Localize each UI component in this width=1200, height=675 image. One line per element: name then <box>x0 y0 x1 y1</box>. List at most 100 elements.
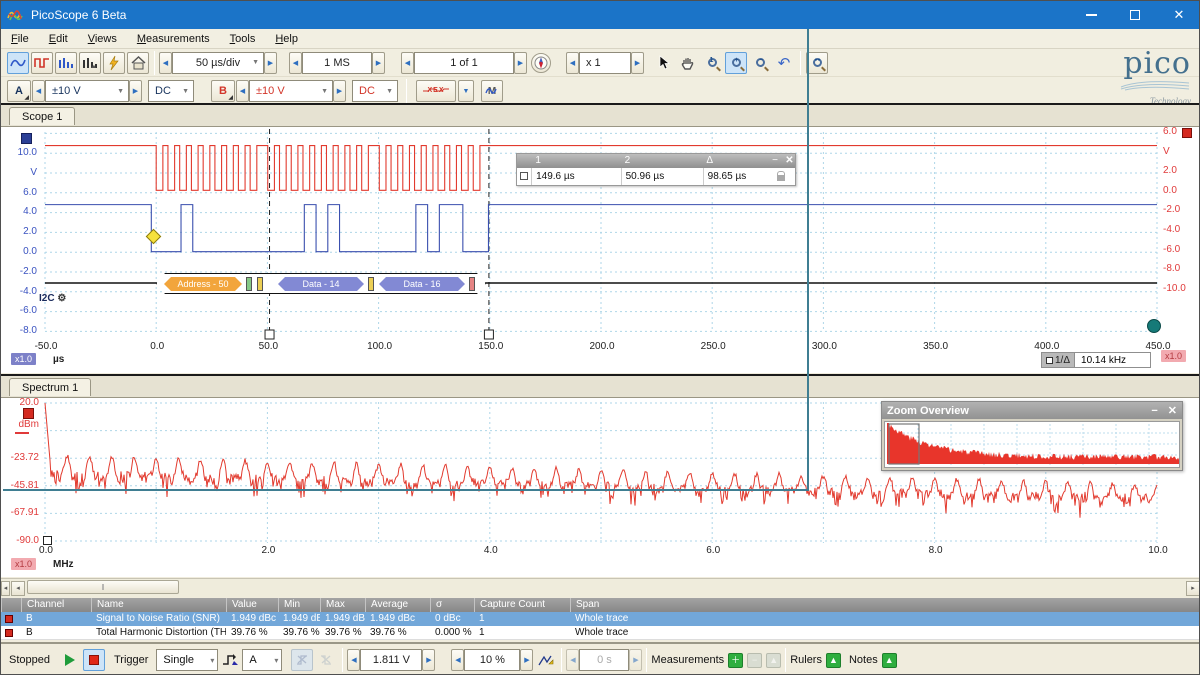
trigger-mode-select[interactable]: Single <box>156 649 218 671</box>
channel-b-range-next[interactable]: ▶ <box>333 80 346 102</box>
spectrum-scrollbar[interactable]: ◂ ◂ ‖ ▸ <box>1 578 1200 597</box>
falling-edge-button[interactable] <box>315 649 337 671</box>
rulers-button[interactable]: ▲ <box>826 653 841 668</box>
buffer-prev-button[interactable]: ◀ <box>401 52 414 74</box>
channel-a-coupling-select[interactable]: DC▼ <box>148 80 194 102</box>
pretrigger-input[interactable]: 10 % <box>464 649 520 671</box>
timebase-prev-button[interactable]: ◀ <box>159 52 172 74</box>
math-channels-button[interactable]: M <box>481 80 503 102</box>
samples-prev-button[interactable]: ◀ <box>289 52 302 74</box>
start-button[interactable] <box>59 649 81 671</box>
channel-a-range-next[interactable]: ▶ <box>129 80 142 102</box>
menu-item-file[interactable]: File <box>1 31 39 47</box>
zoom-overview-window[interactable]: Zoom Overview − ✕ <box>881 401 1183 471</box>
scroll-left-button[interactable]: ◂ <box>11 581 25 596</box>
trigger-level-input[interactable]: 1.811 V <box>360 649 422 671</box>
channel-b-range-prev[interactable]: ◀ <box>236 80 249 102</box>
trigger-level-up[interactable]: ▶ <box>422 649 435 671</box>
stop-button[interactable] <box>83 649 105 671</box>
scroll-right-button[interactable]: ▸ <box>1186 581 1200 596</box>
column-header-span[interactable]: Span <box>570 598 1200 612</box>
measurements-table[interactable]: ChannelNameValueMinMaxAverageσCapture Co… <box>1 598 1200 640</box>
maximize-button[interactable] <box>1113 1 1157 29</box>
remove-measurement-button[interactable]: − <box>747 653 762 668</box>
undo-zoom-button[interactable]: ↶ <box>773 52 795 74</box>
menu-item-edit[interactable]: Edit <box>39 31 78 47</box>
channel-b-coupling-select[interactable]: DC▼ <box>352 80 398 102</box>
channel-a-axis-handle[interactable] <box>21 133 32 144</box>
marquee-zoom-tool[interactable]: ●● <box>806 52 828 74</box>
add-measurement-button[interactable]: ＋ <box>728 653 743 668</box>
zoom-out-tool[interactable]: − <box>749 52 771 74</box>
menu-item-views[interactable]: Views <box>78 31 127 47</box>
spectrum-x-multiplier[interactable]: x1.0 <box>11 558 36 570</box>
column-header-capture-count[interactable]: Capture Count <box>474 598 570 612</box>
timebase-next-button[interactable]: ▶ <box>264 52 277 74</box>
scroll-far-left-button[interactable]: ◂ <box>1 581 10 596</box>
buffer-indicator[interactable]: 1 of 1 <box>414 52 514 74</box>
menu-item-tools[interactable]: Tools <box>220 31 266 47</box>
column-header-min[interactable]: Min <box>278 598 320 612</box>
delay-up[interactable]: ▶ <box>629 649 642 671</box>
home-button[interactable] <box>127 52 149 74</box>
column-header-value[interactable]: Value <box>226 598 278 612</box>
channel-b-options-button[interactable]: B ◢ <box>211 80 235 102</box>
advanced-trigger-button[interactable] <box>219 649 241 671</box>
title-bar[interactable]: PicoScope 6 Beta ✕ <box>1 1 1200 29</box>
spectrum-ruler-handle[interactable] <box>43 536 52 545</box>
overview-minimize-icon[interactable]: − <box>1151 405 1157 417</box>
buffer-next-button[interactable]: ▶ <box>514 52 527 74</box>
serial-decoding-button[interactable]: XEX <box>416 80 456 102</box>
serial-decoding-dropdown[interactable]: ▼ <box>458 80 474 102</box>
lock-icon[interactable] <box>777 175 785 181</box>
hand-tool[interactable] <box>677 52 699 74</box>
zoom-in-tool[interactable]: + <box>725 52 747 74</box>
scope-view-button[interactable] <box>7 52 29 74</box>
spectrum-axis-handle[interactable] <box>23 408 34 419</box>
menu-item-measurements[interactable]: Measurements <box>127 31 220 47</box>
legend-close-icon[interactable]: ✕ <box>780 154 795 168</box>
channel-b-range-select[interactable]: ±10 V▼ <box>249 80 333 102</box>
tab-scope-1[interactable]: Scope 1 <box>9 107 75 125</box>
channel-b-axis-handle[interactable] <box>1182 128 1192 138</box>
ruler-legend[interactable]: 1 2 Δ − ✕ 149.6 µs 50.96 µs 98.65 µs <box>516 153 796 186</box>
samples-next-button[interactable]: ▶ <box>372 52 385 74</box>
channel-a-options-button[interactable]: A ◢ <box>7 80 31 102</box>
persistence-view-button[interactable] <box>31 52 53 74</box>
zoom-factor-prev-button[interactable]: ◀ <box>566 52 579 74</box>
column-header-channel[interactable]: Channel <box>21 598 91 612</box>
pretrigger-up[interactable]: ▶ <box>520 649 533 671</box>
trigger-level-down[interactable]: ◀ <box>347 649 360 671</box>
table-row[interactable]: BSignal to Noise Ratio (SNR)1.949 dBc1.9… <box>1 612 1200 626</box>
zoom-factor-input[interactable]: x 1 <box>579 52 631 74</box>
zoom-to-full-tool[interactable]: 1 <box>701 52 723 74</box>
legend-minimize-icon[interactable]: − <box>766 154 779 168</box>
channel-a-range-select[interactable]: ±10 V▼ <box>45 80 129 102</box>
gear-icon[interactable]: ⚙ <box>57 293 66 304</box>
trigger-source-select[interactable]: A <box>242 649 282 671</box>
normal-selection-tool[interactable] <box>653 52 675 74</box>
scope-x-multiplier-right[interactable]: x1.0 <box>1161 350 1186 362</box>
probe-wizard-button[interactable] <box>103 52 125 74</box>
column-header-name[interactable]: Name <box>91 598 226 612</box>
spectrum-view-button[interactable] <box>55 52 77 74</box>
delay-down[interactable]: ◀ <box>566 649 579 671</box>
rising-edge-button[interactable] <box>291 649 313 671</box>
channel-a-range-prev[interactable]: ◀ <box>32 80 45 102</box>
notes-button[interactable]: ▲ <box>882 653 897 668</box>
timebase-select[interactable]: 50 µs/div▼ <box>172 52 264 74</box>
table-row[interactable]: BTotal Harmonic Distortion (THD) %39.76 … <box>1 626 1200 640</box>
scroll-thumb[interactable]: ‖ <box>27 580 179 594</box>
overview-chart[interactable] <box>885 422 1181 467</box>
overview-close-icon[interactable]: ✕ <box>1168 404 1177 417</box>
minimize-button[interactable] <box>1069 1 1113 29</box>
column-header-max[interactable]: Max <box>320 598 365 612</box>
scope-x-multiplier-left[interactable]: x1.0 <box>11 353 36 365</box>
menu-item-help[interactable]: Help <box>265 31 308 47</box>
freq-checkbox[interactable] <box>1046 357 1053 364</box>
zoom-factor-next-button[interactable]: ▶ <box>631 52 644 74</box>
ruler-checkbox[interactable] <box>520 172 528 180</box>
edit-measurement-button[interactable]: ▲ <box>766 653 781 668</box>
buffer-navigator-button[interactable] <box>531 53 551 73</box>
samples-input[interactable]: 1 MS <box>302 52 372 74</box>
